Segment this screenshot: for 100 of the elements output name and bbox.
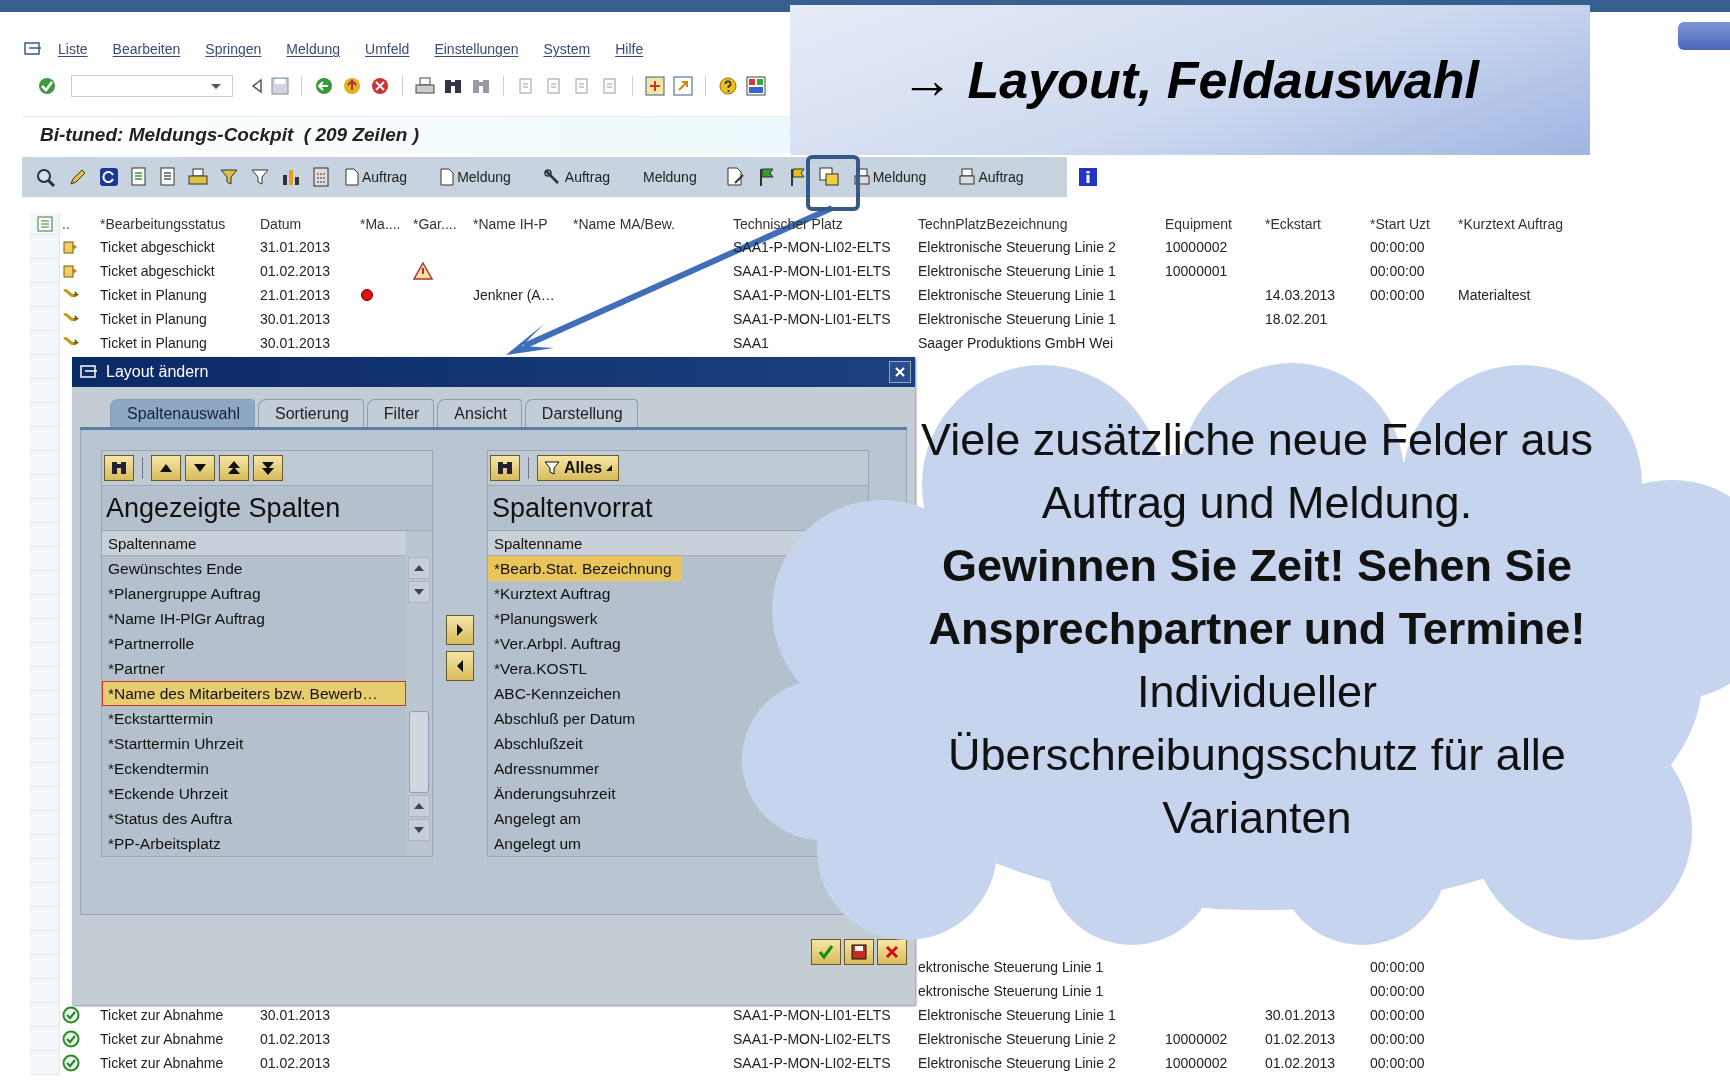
list-item[interactable]: *Partner (102, 656, 406, 681)
row-selector[interactable] (30, 283, 60, 307)
list-item[interactable]: *Partnerrolle (102, 631, 406, 656)
list-item[interactable]: *Starttermin Uhrzeit (102, 731, 406, 756)
scroll-down-button[interactable] (408, 581, 430, 603)
layout-icon[interactable] (818, 167, 839, 187)
column-header[interactable]: *Gar.... (411, 216, 471, 232)
bar-chart-icon[interactable] (281, 167, 301, 187)
scrollbar[interactable] (406, 531, 432, 856)
row-selector[interactable] (30, 739, 60, 763)
filter-icon[interactable] (250, 167, 270, 187)
back-triangle-icon[interactable] (251, 78, 263, 94)
back-icon[interactable] (314, 76, 334, 96)
toolbar-button[interactable]: Meldung (849, 166, 931, 188)
toolbar-button[interactable]: Auftrag (955, 166, 1028, 188)
list-item[interactable]: *Vera.KOSTL (488, 656, 596, 681)
confirm-button[interactable] (811, 939, 841, 965)
menu-item[interactable]: Liste (58, 41, 88, 57)
close-button[interactable] (889, 361, 911, 383)
column-header[interactable]: *Ma.... (358, 216, 411, 232)
row-selector[interactable] (30, 811, 60, 835)
find-button[interactable] (104, 455, 134, 481)
column-header[interactable]: .. (60, 216, 98, 232)
window-icon[interactable] (645, 76, 665, 96)
row-selector[interactable] (30, 643, 60, 667)
row-selector[interactable] (30, 451, 60, 475)
row-selector[interactable] (30, 835, 60, 859)
list-item[interactable]: Änderungsuhrzeit (488, 781, 624, 806)
remove-column-button[interactable] (446, 651, 474, 681)
row-selector[interactable] (30, 235, 60, 259)
row-selector[interactable] (30, 379, 60, 403)
cancel-button[interactable] (877, 939, 907, 965)
filter-icon[interactable] (219, 167, 239, 187)
tab[interactable]: Sortierung (257, 399, 364, 427)
row-selector[interactable] (30, 787, 60, 811)
command-field[interactable] (71, 75, 233, 97)
binoculars-icon[interactable] (443, 77, 463, 95)
list-item[interactable]: *Status des Auftra (102, 806, 406, 831)
menu-item[interactable]: System (543, 41, 591, 57)
list-item[interactable]: *Planungswerk (488, 606, 606, 631)
row-selector[interactable] (30, 595, 60, 619)
row-selector[interactable] (30, 523, 60, 547)
row-selector[interactable] (30, 691, 60, 715)
list-item[interactable]: Abschluß per Datum (488, 706, 644, 731)
menu-item[interactable]: Hilfe (615, 41, 644, 57)
move-up-button[interactable] (151, 455, 181, 481)
table-settings-icon[interactable] (36, 215, 53, 232)
row-selector[interactable] (30, 931, 60, 955)
row-selector[interactable] (30, 859, 60, 883)
list-item[interactable]: *Eckstarttermin (102, 706, 406, 731)
row-selector[interactable] (30, 547, 60, 571)
menu-item[interactable]: Meldung (286, 41, 341, 57)
calculator-icon[interactable] (312, 167, 330, 187)
column-header[interactable]: *Name MA/Bew. (571, 216, 731, 232)
move-top-button[interactable] (219, 455, 249, 481)
scroll-up-button[interactable] (408, 795, 430, 817)
help-icon[interactable] (718, 76, 738, 96)
row-selector[interactable] (30, 1027, 60, 1051)
scroll-down-button[interactable] (408, 819, 430, 841)
row-selector[interactable] (30, 1003, 60, 1027)
scrollbar-thumb[interactable] (409, 711, 429, 793)
move-bottom-button[interactable] (253, 455, 283, 481)
list-item[interactable]: Abschlußzeit (488, 731, 591, 756)
tab[interactable]: Ansicht (437, 399, 522, 427)
find-button[interactable] (490, 455, 520, 481)
toolbar-button[interactable]: Auftrag (341, 166, 412, 188)
shortcut-icon[interactable] (673, 76, 693, 96)
row-selector[interactable] (30, 763, 60, 787)
exit-icon[interactable] (342, 76, 362, 96)
list-item[interactable]: ABC-Kennzeichen (488, 681, 629, 706)
row-selector[interactable] (30, 571, 60, 595)
menu-item[interactable]: Springen (205, 41, 262, 57)
list-icon[interactable] (159, 167, 177, 187)
column-header[interactable]: *Name IH-P (471, 216, 571, 232)
document-edit-icon[interactable] (725, 167, 746, 187)
row-selector[interactable] (30, 667, 60, 691)
pencil-icon[interactable] (68, 167, 88, 187)
list-item[interactable]: *Name des Mitarbeiters bzw. Bewerb… (102, 681, 406, 706)
magnifier-icon[interactable] (35, 167, 57, 187)
move-down-button[interactable] (185, 455, 215, 481)
menu-item[interactable]: Bearbeiten (112, 41, 181, 57)
row-selector[interactable] (30, 1051, 60, 1075)
list-item[interactable]: *Ver.Arbpl. Auftrag (488, 631, 629, 656)
row-selector[interactable] (30, 619, 60, 643)
tab[interactable]: Spaltenauswahl (110, 399, 255, 427)
toolbar-button[interactable]: Auftrag (539, 166, 614, 188)
column-header[interactable]: Equipment (1163, 216, 1263, 232)
add-column-button[interactable] (446, 615, 474, 645)
column-header[interactable]: TechnPlatzBezeichnung (916, 216, 1163, 232)
row-selector[interactable] (30, 331, 60, 355)
column-header[interactable]: Datum (258, 216, 358, 232)
list-item[interactable]: *Eckendtermin (102, 756, 406, 781)
print-icon[interactable] (188, 167, 208, 187)
row-selector[interactable] (30, 907, 60, 931)
menu-icon[interactable] (24, 42, 42, 56)
print-icon[interactable] (415, 77, 435, 95)
row-selector[interactable] (30, 883, 60, 907)
list-item[interactable]: *Planergruppe Auftrag (102, 581, 406, 606)
row-selector[interactable] (30, 475, 60, 499)
row-selector[interactable] (30, 427, 60, 451)
